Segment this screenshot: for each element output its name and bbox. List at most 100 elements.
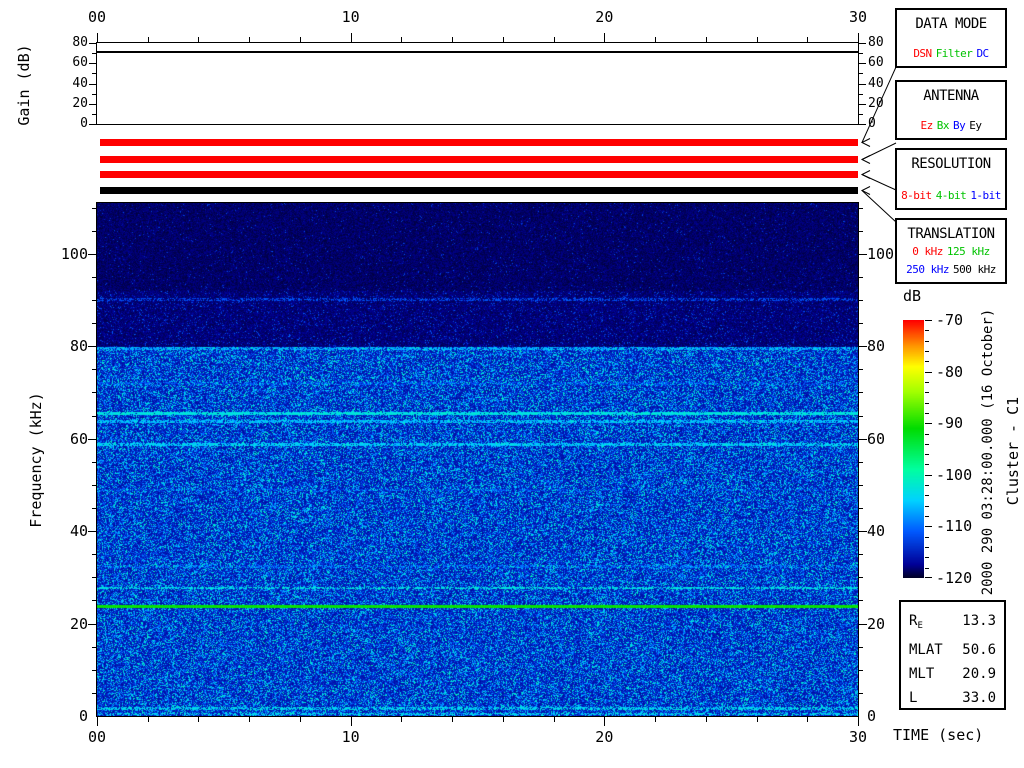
colorbar-tick <box>925 526 932 527</box>
gain-tick-label-right: 40 <box>868 75 884 91</box>
freq-tick-left <box>92 392 96 393</box>
freq-tick-right <box>859 254 867 255</box>
gain-axis-title: Gain (dB) <box>15 44 33 126</box>
mode-option: 500 kHz <box>953 263 996 276</box>
time-tick-bottom <box>147 717 149 722</box>
gain-tick-left <box>89 124 96 125</box>
freq-tick-right <box>859 531 867 532</box>
freq-tick-label-left: 100 <box>60 244 88 263</box>
freq-tick-label-left: 60 <box>69 429 88 448</box>
gain-tick-right <box>859 73 863 75</box>
freq-tick-right <box>859 392 863 393</box>
gain-tick-left <box>92 93 96 95</box>
freq-tick-left <box>92 277 96 278</box>
antenna-title: ANTENNA <box>923 88 979 104</box>
time-tick-top <box>97 33 98 42</box>
time-tick-label-top: 30 <box>848 8 868 26</box>
spacecraft-label: Cluster - C1 <box>1004 396 1022 506</box>
freq-tick-label-right: 0 <box>867 707 877 725</box>
mode-option: Ey <box>969 119 982 132</box>
time-tick-top <box>807 37 809 42</box>
freq-tick-left <box>92 670 96 671</box>
time-tick-bottom <box>604 717 606 726</box>
antenna-values: Ez Bx By Ey <box>897 119 1005 138</box>
gain-tick-left <box>89 63 96 65</box>
time-tick-top <box>198 37 200 42</box>
ephemeris-box: RE 13.3 MLAT 50.6 MLT 20.9 L 33.0 <box>899 600 1006 710</box>
gain-tick-label-left: 40 <box>72 75 88 91</box>
colorbar-tick <box>925 577 932 578</box>
freq-tick-left <box>88 531 96 532</box>
colorbar-tick-label: -120 <box>936 569 973 587</box>
time-tick-bottom <box>756 717 758 722</box>
translation-box: TRANSLATION 0 kHz 125 kHz 250 kHz 500 kHz <box>895 218 1007 284</box>
freq-tick-label-left: 40 <box>69 522 88 541</box>
gain-tick-right <box>859 63 866 65</box>
freq-tick-left <box>92 508 96 509</box>
status-bar-antenna <box>100 156 858 163</box>
colorbar-tick <box>925 382 929 383</box>
freq-tick-right <box>859 231 863 232</box>
time-tick-bottom <box>452 717 454 722</box>
data-mode-title: DATA MODE <box>915 16 987 32</box>
time-tick-top <box>858 33 859 42</box>
ephemeris-value: 20.9 <box>962 666 996 682</box>
time-tick-label-bottom: 20 <box>595 728 614 746</box>
resolution-title: RESOLUTION <box>911 156 991 172</box>
spectrogram-canvas <box>97 203 858 716</box>
time-tick-label-bottom: 30 <box>848 728 868 746</box>
colorbar-canvas <box>903 320 924 578</box>
freq-tick-right <box>859 439 867 440</box>
ephemeris-label: MLT <box>909 666 935 682</box>
freq-tick-left <box>92 647 96 648</box>
freq-tick-left <box>92 577 96 578</box>
time-tick-top <box>350 33 352 42</box>
ephemeris-row: MLT 20.9 <box>909 662 996 686</box>
resolution-box: RESOLUTION 8-bit 4-bit 1-bit <box>895 148 1007 210</box>
gain-tick-label-left: 80 <box>72 35 88 50</box>
colorbar-tick-label: -90 <box>936 414 964 433</box>
freq-tick-right <box>859 508 863 509</box>
colorbar-tick-label: -110 <box>936 517 973 536</box>
colorbar-tick <box>925 464 929 465</box>
colorbar-tick <box>925 475 932 476</box>
time-tick-top <box>705 37 707 42</box>
freq-tick-right <box>859 624 867 625</box>
freq-tick-label-left: 0 <box>78 707 88 725</box>
time-tick-bottom <box>97 717 98 726</box>
mode-option: Bx <box>936 119 950 132</box>
gain-tick-right <box>859 53 863 55</box>
freq-tick-right <box>859 323 863 324</box>
data-mode-box: DATA MODE DSN Filter DC <box>895 8 1007 68</box>
ephemeris-label: L <box>909 690 918 706</box>
time-tick-bottom <box>655 717 657 722</box>
mode-option: 1-bit <box>970 189 1001 202</box>
colorbar-tick-label: -70 <box>936 311 964 329</box>
freq-tick-right <box>859 577 863 578</box>
freq-tick-left <box>92 323 96 324</box>
gain-tick-right <box>859 113 863 115</box>
colorbar-tick <box>925 330 929 331</box>
freq-tick-left <box>92 208 96 209</box>
time-tick-bottom <box>350 717 352 726</box>
time-tick-top <box>299 37 301 42</box>
time-tick-bottom <box>858 717 859 726</box>
colorbar-tick <box>925 537 929 538</box>
gain-tick-left <box>89 103 96 105</box>
ephemeris-label: MLAT <box>909 642 943 658</box>
time-tick-top <box>604 33 606 42</box>
colorbar-tick <box>925 413 929 414</box>
colorbar-tick <box>925 341 929 342</box>
time-tick-top <box>756 37 758 42</box>
status-bar-data-mode <box>100 139 858 146</box>
freq-tick-label-right: 100 <box>867 244 895 263</box>
freq-tick-left <box>92 554 96 555</box>
colorbar-tick <box>925 351 929 352</box>
freq-tick-right <box>859 462 863 463</box>
colorbar-tick <box>925 444 929 445</box>
time-tick-bottom <box>705 717 707 722</box>
datetime-label: 2000 290 03:28:00.000 (16 October) <box>980 308 996 596</box>
freq-tick-right <box>859 277 863 278</box>
ephemeris-label: RE <box>909 613 923 631</box>
colorbar-tick <box>925 454 929 455</box>
